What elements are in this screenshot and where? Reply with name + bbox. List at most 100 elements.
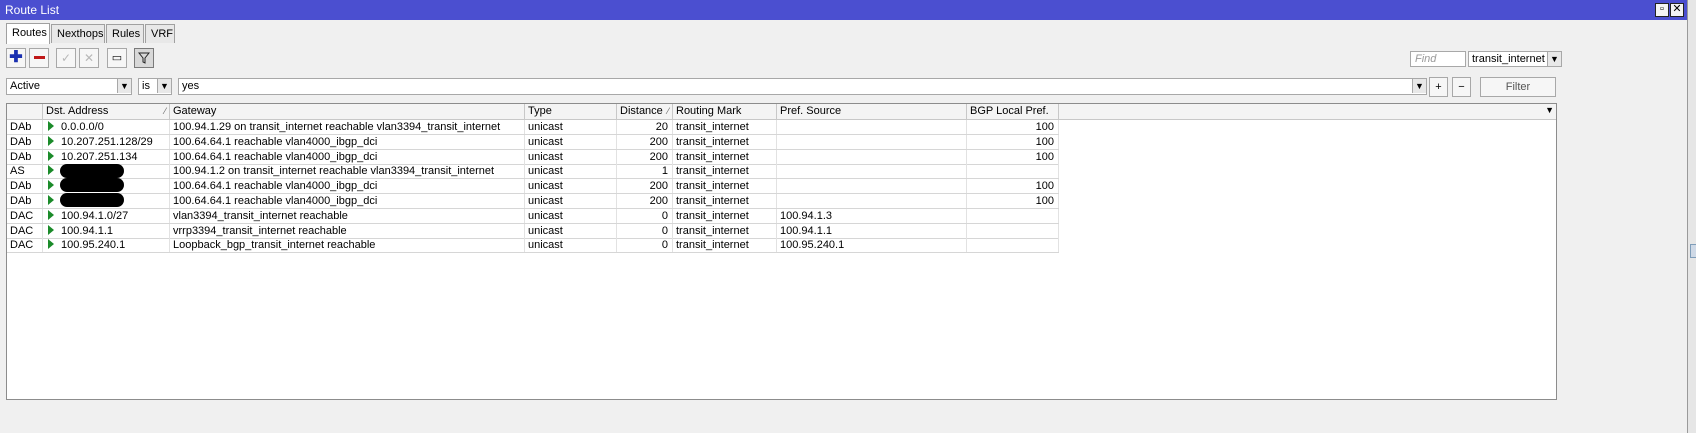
cell-gateway: 100.64.64.1 reachable vlan4000_ibgp_dci [170,149,525,164]
filter-field-value: Active [10,80,40,92]
enable-button[interactable]: ✓ [56,48,76,68]
routing-mark-value: transit_internet [1472,53,1545,65]
active-route-icon [48,239,54,250]
active-route-icon [48,135,54,146]
filter-value: yes [182,80,200,92]
cell-type: unicast [525,238,617,253]
cell-distance: 200 [617,179,673,194]
dst-address-text: 100.95.240.1 [61,239,126,252]
table-row[interactable]: DAC 100.94.1.0/27 vlan3394_transit_interne… [7,208,1059,224]
tab-nexthops[interactable]: Nexthops [51,24,105,43]
filter-toggle-button[interactable] [134,48,154,68]
add-filter-button[interactable]: + [1429,77,1448,97]
cell-dst-address: 0.0.0.0/0 [43,120,170,134]
chevron-down-icon[interactable]: ▼ [117,79,131,93]
redaction-mark [60,193,124,207]
title-bar[interactable]: Route List ▫ ✕ [0,0,1687,20]
cell-gateway: vrrp3394_transit_internet reachable [170,223,525,238]
disable-button[interactable]: ✕ [79,48,99,68]
cell-bgp-local-pref: 100 [967,134,1059,149]
find-input[interactable]: Find [1410,51,1466,67]
column-flags[interactable] [7,104,43,119]
column-routing-mark[interactable]: Routing Mark [673,104,777,119]
dst-address-text: 100.94.1.0/27 [61,209,129,222]
tab-vrf[interactable]: VRF [145,24,175,43]
cell-gateway: vlan3394_transit_internet reachable [170,208,525,223]
column-distance[interactable]: Distance ⁄ [617,104,673,119]
chevron-down-icon[interactable]: ▼ [1412,79,1426,93]
filter-operator-select[interactable]: is ▼ [138,78,172,95]
cell-flags: DAC [7,208,43,223]
cell-routing-mark: transit_internet [673,179,777,194]
minus-icon [33,56,45,59]
cell-pref-source: 100.95.240.1 [777,238,967,253]
tab-rules[interactable]: Rules [106,24,144,43]
cell-routing-mark: transit_internet [673,149,777,164]
cell-flags: DAC [7,238,43,253]
column-pref-source[interactable]: Pref. Source [777,104,967,119]
active-route-icon [48,180,54,191]
close-icon[interactable]: ✕ [1670,3,1684,17]
cell-bgp-local-pref [967,208,1059,223]
chevron-down-icon[interactable]: ▼ [1547,52,1561,66]
routes-table[interactable]: Dst. Address ⁄ Gateway Type Distance ⁄ Rou… [6,103,1557,400]
table-row[interactable]: DAb 0.0.0.0/0 100.94.1.29 on transit_inter… [7,120,1059,135]
table-row[interactable]: DAC 100.94.1.1 vrrp3394_transit_internet r… [7,223,1059,239]
funnel-icon [137,52,151,64]
table-row[interactable]: AS 100.94.1.2 on transit_internet reachab… [7,164,1059,180]
maximize-icon[interactable]: ▫ [1655,3,1669,17]
cell-pref-source [777,149,967,164]
table-row[interactable]: DAb 100.64.64.1 reachable vlan4000_ibgp_d… [7,178,1059,195]
cell-bgp-local-pref [967,238,1059,253]
cell-distance: 0 [617,208,673,223]
table-row[interactable]: DAb 10.207.251.128/29 100.64.64.1 reachabl… [7,134,1059,150]
cell-gateway: 100.64.64.1 reachable vlan4000_ibgp_dci [170,179,525,194]
remove-filter-button[interactable]: − [1452,77,1471,97]
cell-distance: 0 [617,223,673,238]
cell-pref-source [777,134,967,149]
cell-routing-mark: transit_internet [673,134,777,149]
chevron-down-icon[interactable]: ▼ [157,79,171,93]
column-dst-address[interactable]: Dst. Address ⁄ [43,104,170,119]
cell-dst-address: 10.207.251.134 [43,149,170,164]
table-row[interactable]: DAb 100.64.64.1 reachable vlan4000_ibgp_d… [7,193,1059,209]
filter-button[interactable]: Filter [1480,77,1556,97]
active-route-icon [48,195,54,205]
active-route-icon [48,121,54,131]
sort-icon: ⁄ [164,106,166,116]
table-row[interactable]: DAb 10.207.251.134 100.64.64.1 reachable v… [7,149,1059,165]
cell-distance: 200 [617,134,673,149]
column-gateway[interactable]: Gateway [170,104,525,119]
cell-routing-mark: transit_internet [673,194,777,208]
redaction-mark [60,164,124,179]
column-chooser-chevron-icon[interactable]: ▼ [1545,105,1554,115]
filter-field-select[interactable]: Active ▼ [6,78,132,95]
cell-bgp-local-pref: 100 [967,149,1059,164]
cell-flags: DAb [7,120,43,134]
cell-type: unicast [525,164,617,179]
cell-distance: 200 [617,194,673,208]
redaction-mark [60,178,124,193]
routing-mark-select[interactable]: transit_internet ▼ [1468,51,1562,67]
filter-value-select[interactable]: yes ▼ [178,78,1427,95]
cell-type: unicast [525,120,617,134]
cell-bgp-local-pref [967,164,1059,179]
cell-routing-mark: transit_internet [673,120,777,134]
column-type[interactable]: Type [525,104,617,119]
add-button[interactable]: ✚ [6,48,26,68]
column-bgp-local-pref[interactable]: BGP Local Pref. [967,104,1059,119]
cell-pref-source [777,179,967,194]
cell-flags: DAb [7,194,43,208]
cell-gateway: 100.64.64.1 reachable vlan4000_ibgp_dci [170,134,525,149]
cell-dst-address: 10.207.251.128/29 [43,134,170,149]
comment-button[interactable]: ▭ [107,48,127,68]
table-row[interactable]: DAC 100.95.240.1 Loopback_bgp_transit_inte… [7,238,1059,254]
cell-pref-source: 100.94.1.1 [777,223,967,238]
cell-pref-source [777,164,967,179]
cell-type: unicast [525,208,617,223]
cell-distance: 20 [617,120,673,134]
cell-type: unicast [525,223,617,238]
remove-button[interactable] [29,48,49,68]
tab-routes[interactable]: Routes [6,23,50,44]
cell-dst-address: 100.94.1.1 [43,223,170,238]
